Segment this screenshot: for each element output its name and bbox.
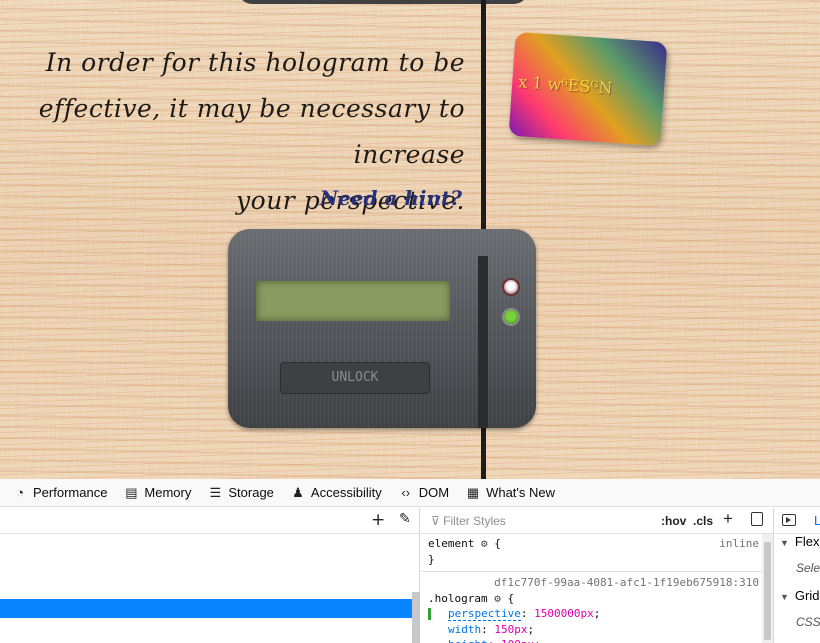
performance-icon: ◔ xyxy=(16,485,24,500)
markup-scrollbar[interactable] xyxy=(412,592,420,643)
declaration-row[interactable]: width: 150px; xyxy=(428,622,773,638)
puzzle-line: effective, it may be necessary to increa… xyxy=(38,94,465,169)
rules-list: element ⚙ { inline } df1c770f-99aa-4081-… xyxy=(421,534,773,643)
rules-toolbar: ⊽ Filter Styles :hov .cls + xyxy=(421,508,773,534)
rule-source[interactable]: inline xyxy=(719,536,759,552)
markup-toolbar: + ✎ xyxy=(0,508,419,534)
device-seam xyxy=(478,256,488,428)
grid-section[interactable]: ▼ Grid xyxy=(774,588,820,615)
gear-icon[interactable]: ⚙ xyxy=(481,537,488,550)
changed-indicator xyxy=(428,608,431,620)
print-media-icon[interactable] xyxy=(751,512,763,526)
tab-accessibility[interactable]: ♟ Accessibility xyxy=(290,485,382,501)
toggle-panel-icon[interactable] xyxy=(782,514,796,526)
lock-display xyxy=(256,281,450,321)
scroll-thumb[interactable] xyxy=(764,542,771,640)
add-node-button[interactable]: + xyxy=(371,510,385,530)
tab-label: Accessibility xyxy=(310,485,382,500)
storage-icon: ☰ xyxy=(209,484,222,500)
rules-scrollbar[interactable] xyxy=(762,534,773,643)
hologram-rule-header: .hologram ⚙ { xyxy=(428,591,515,605)
tab-whats-new[interactable]: ▦ What's New xyxy=(465,485,555,501)
tab-storage[interactable]: ☰ Storage xyxy=(207,485,274,501)
markup-panel: + ✎ xyxy=(0,508,420,643)
flexbox-subtext: Selec xyxy=(796,561,820,575)
hov-toggle[interactable]: :hov xyxy=(661,514,686,528)
tab-label: Performance xyxy=(33,485,108,500)
tab-label: What's New xyxy=(486,485,556,500)
selected-node-row[interactable] xyxy=(0,599,412,618)
chevron-down-icon: ▼ xyxy=(780,538,789,548)
rule-source-row: df1c770f-99aa-4081-afc1-1f19eb675918:310 xyxy=(428,575,773,591)
flexbox-section[interactable]: ▼Flexb xyxy=(774,534,820,561)
accessibility-icon: ♟ xyxy=(292,484,304,500)
eyedropper-icon[interactable]: ✎ xyxy=(399,511,411,527)
tab-layout[interactable]: L xyxy=(814,513,820,528)
gear-icon[interactable]: ⚙ xyxy=(494,592,501,605)
cls-toggle[interactable]: .cls xyxy=(693,514,713,528)
grid-subtext: CSS G xyxy=(796,615,820,629)
layout-panel: L ▼Flexb Selec ▼Grid CSS G xyxy=(773,508,820,643)
tab-memory[interactable]: ▤ Memory xyxy=(123,485,191,501)
tab-label: Memory xyxy=(144,485,192,500)
declaration-row[interactable]: height: 100px; xyxy=(428,637,773,643)
hologram-text: x 1 w⁶ESᴳN xyxy=(517,72,613,98)
rules-panel: ⊽ Filter Styles :hov .cls + element ⚙ { … xyxy=(421,508,773,643)
rule-source[interactable]: df1c770f-99aa-4081-afc1-1f19eb675918:310 xyxy=(494,575,759,591)
red-light-indicator xyxy=(502,278,520,296)
tab-label: Storage xyxy=(228,485,274,500)
dom-icon: ‹› xyxy=(401,485,411,500)
green-light-indicator xyxy=(502,308,520,326)
hologram[interactable]: x 1 w⁶ESᴳN xyxy=(508,31,668,147)
tab-performance[interactable]: ◔ Performance xyxy=(12,485,107,500)
tab-label: DOM xyxy=(418,485,450,500)
chevron-down-icon: ▼ xyxy=(780,592,789,602)
devtools-panel: ◔ Performance ▤ Memory ☰ Storage ♟ Acces… xyxy=(0,479,820,643)
memory-icon: ▤ xyxy=(125,484,138,500)
game-area: In order for this hologram to be effecti… xyxy=(0,0,820,479)
puzzle-line: In order for this hologram to be xyxy=(45,48,465,77)
tab-dom[interactable]: ‹› DOM xyxy=(398,485,449,500)
devtools-tab-bar: ◔ Performance ▤ Memory ☰ Storage ♟ Acces… xyxy=(0,479,820,507)
lock-device: UNLOCK xyxy=(228,229,536,428)
hint-link[interactable]: Need a hint? xyxy=(300,186,462,210)
layout-toolbar: L xyxy=(774,508,820,534)
declaration-row[interactable]: perspective: 1500000px; xyxy=(428,606,773,622)
whats-new-icon: ▦ xyxy=(466,484,480,500)
element-rule-header: element ⚙ { inline xyxy=(428,536,759,552)
filter-icon: ⊽ xyxy=(431,514,444,528)
filter-styles-input[interactable]: ⊽ Filter Styles xyxy=(431,514,506,528)
add-rule-button[interactable]: + xyxy=(723,509,733,529)
unlock-button[interactable]: UNLOCK xyxy=(280,362,430,394)
rule-close: } xyxy=(428,552,435,566)
